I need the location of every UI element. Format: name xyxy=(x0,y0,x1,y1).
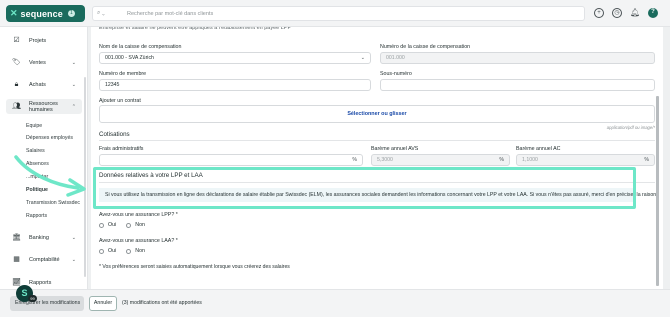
bottom-bar: Enregistrer les modifications Annuler (3… xyxy=(0,289,670,317)
annotation-arrow-icon xyxy=(14,155,86,197)
cancel-button[interactable]: Annuler xyxy=(89,296,117,311)
chat-badge: 99 xyxy=(28,295,37,302)
modifications-count: (3) modifications ont été apportées xyxy=(122,300,202,306)
